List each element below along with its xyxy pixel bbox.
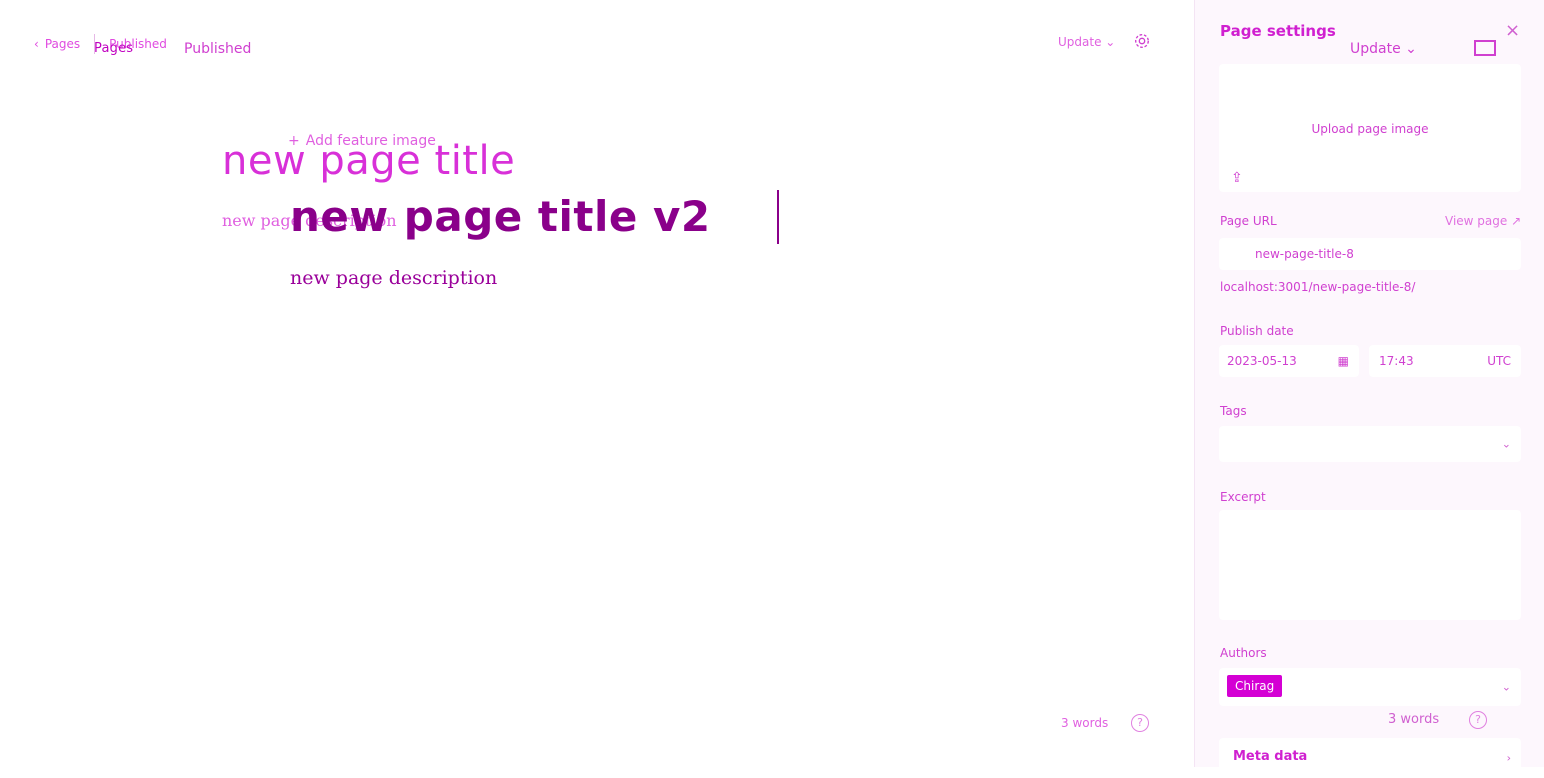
excerpt-label: Excerpt: [1220, 490, 1266, 504]
ghost-breadcrumb-status: Published: [184, 41, 252, 57]
publish-date-value: 2023-05-13: [1227, 354, 1297, 368]
ghost-update-label: Update: [1350, 41, 1401, 57]
panel-title: Page settings: [1220, 22, 1336, 40]
ghost-title: new page title: [222, 138, 516, 184]
ghost-word-count: 3 words: [1388, 712, 1440, 727]
page-url-input[interactable]: new-page-title-8: [1219, 238, 1521, 270]
meta-data-label: Meta data: [1233, 749, 1308, 764]
meta-data-section[interactable]: Meta data ›: [1219, 738, 1521, 778]
upload-page-image-area[interactable]: Upload page image ⇪: [1219, 64, 1521, 192]
settings-gear-icon[interactable]: [1133, 32, 1151, 50]
ghost-update-button: Update ⌄: [1350, 41, 1417, 57]
help-icon[interactable]: ?: [1131, 714, 1149, 732]
chevron-down-icon: ⌄: [1105, 35, 1116, 49]
publish-time-input[interactable]: 17:43 UTC: [1369, 345, 1521, 377]
page-title-input[interactable]: new page title v2: [290, 192, 711, 241]
excerpt-textarea[interactable]: [1219, 510, 1521, 620]
text-caret: [777, 190, 779, 244]
sidebar-toggle-icon[interactable]: [1474, 40, 1496, 56]
chevron-right-icon: ›: [1506, 751, 1511, 765]
chevron-down-icon: ⌄: [1405, 41, 1417, 57]
word-count: 3 words: [1061, 716, 1109, 730]
authors-select[interactable]: Chirag ⌄: [1219, 668, 1521, 706]
upload-icon: ⇪: [1231, 170, 1243, 186]
chevron-down-icon: ⌄: [1501, 680, 1511, 694]
author-chip[interactable]: Chirag: [1227, 675, 1283, 697]
ghost-help-icon: ?: [1469, 711, 1487, 729]
publish-time-value: 17:43: [1379, 354, 1414, 368]
page-settings-panel: Page settings × Update ⌄ Upload page ima…: [1194, 0, 1544, 778]
publish-date-input[interactable]: 2023-05-13 ▦: [1219, 345, 1359, 377]
upload-page-image-label: Upload page image: [1311, 122, 1429, 136]
update-label: Update: [1058, 35, 1102, 49]
view-page-link[interactable]: View page ↗: [1445, 214, 1521, 228]
page-url-hint: localhost:3001/new-page-title-8/: [1220, 280, 1416, 294]
breadcrumb-pages-link[interactable]: Pages: [45, 37, 80, 51]
page-url-value: new-page-title-8: [1255, 247, 1354, 261]
tags-select[interactable]: ⌄: [1219, 426, 1521, 462]
ghost-breadcrumb-pages: Pages: [94, 41, 134, 56]
page-url-label: Page URL: [1220, 214, 1277, 228]
editor-area: ‹ Pages Published Pages Published Update…: [0, 0, 1194, 767]
back-chevron-icon[interactable]: ‹: [34, 37, 39, 51]
page-description-input[interactable]: new page description: [290, 267, 497, 289]
authors-label: Authors: [1220, 646, 1267, 660]
calendar-icon[interactable]: ▦: [1338, 354, 1349, 368]
close-icon[interactable]: ×: [1505, 22, 1520, 40]
update-button[interactable]: Update ⌄: [1058, 35, 1115, 49]
tags-label: Tags: [1220, 404, 1247, 418]
timezone-label: UTC: [1487, 354, 1511, 368]
publish-date-label: Publish date: [1220, 324, 1294, 338]
chevron-down-icon: ⌄: [1501, 437, 1511, 451]
